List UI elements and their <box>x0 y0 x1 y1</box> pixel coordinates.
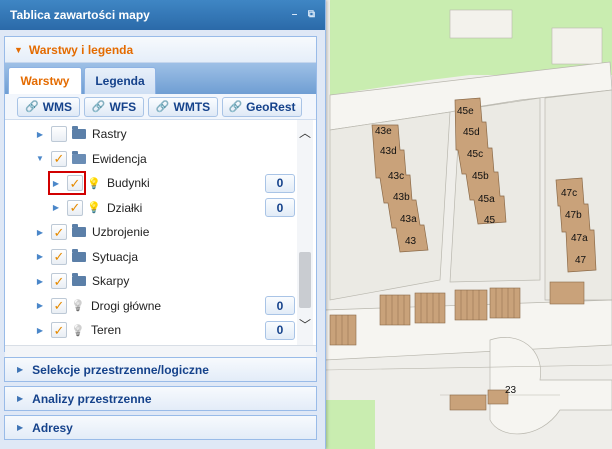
expand-right-icon[interactable]: ▶ <box>35 277 45 286</box>
feature-count-badge[interactable]: 0 <box>265 198 295 217</box>
tree-row-drogi-główne[interactable]: ▶ ✓ 💡 Drogi główne 0 <box>5 294 295 318</box>
feature-count-badge[interactable]: 0 <box>265 296 295 315</box>
building-label: 43a <box>400 214 417 225</box>
wms-button[interactable]: 🔗 WMS <box>17 96 80 117</box>
building-label: 45b <box>472 171 489 182</box>
building-label: 47a <box>571 233 588 244</box>
lightbulb-grey-icon: 💡 <box>71 324 85 337</box>
building-label: 43c <box>388 171 405 182</box>
folder-icon <box>72 273 86 286</box>
layer-label: Uzbrojenie <box>92 225 150 239</box>
layers-legend-header[interactable]: ▼ Warstwy i legenda <box>5 37 316 63</box>
tree-row-sytuacja[interactable]: ▶ ✓ Sytuacja <box>5 245 295 269</box>
building-label: 45 <box>484 215 496 226</box>
folder-icon <box>72 248 86 262</box>
layer-checkbox[interactable]: ✓ <box>51 150 67 167</box>
building-label: 47 <box>575 255 587 266</box>
link-icon: 🔗 <box>91 101 106 113</box>
tree-row-budynki[interactable]: ▶ ✓ 💡 Budynki 0 <box>5 171 295 195</box>
building-label: 43d <box>380 146 397 157</box>
tree-row-rastry[interactable]: ▶ ✓ Rastry <box>5 122 295 146</box>
minimize-icon[interactable]: – <box>289 9 300 20</box>
expand-right-icon[interactable]: ▶ <box>35 228 45 237</box>
expand-right-icon[interactable]: ▶ <box>51 203 61 212</box>
layer-checkbox[interactable]: ✓ <box>67 175 83 191</box>
panel-title: Tablica zawartości mapy <box>10 8 150 22</box>
section-addresses[interactable]: ▶ Adresy <box>4 415 317 440</box>
popout-icon[interactable]: ⧉ <box>306 9 317 20</box>
feature-count-badge[interactable]: 0 <box>265 320 295 340</box>
expand-right-icon[interactable]: ▶ <box>35 252 45 261</box>
tree-row-działki[interactable]: ▶ ✓ 💡 Działki 0 <box>5 196 295 220</box>
folder-icon <box>72 126 86 139</box>
layer-checkbox[interactable]: ✓ <box>67 199 83 216</box>
link-icon: 🔗 <box>155 101 170 113</box>
georest-button[interactable]: 🔗 GeoRest <box>222 96 302 117</box>
building-label: 47c <box>561 188 578 199</box>
panel-header: Tablica zawartości mapy – ⧉ <box>0 0 325 30</box>
building-label: 43b <box>393 192 410 203</box>
tab-layers[interactable]: Warstwy <box>8 67 82 94</box>
tab-bar: Warstwy Legenda <box>5 63 316 94</box>
building-label: 45d <box>463 127 480 138</box>
expand-right-icon[interactable]: ▶ <box>35 130 45 139</box>
layer-tree: ▶ ✓ Rastry ▼ ✓ Ewidencja ▶ ✓ 💡 Budynki 0 ▶ ✓ 💡 Działki… <box>5 120 316 345</box>
layer-checkbox[interactable]: ✓ <box>51 322 67 338</box>
chevron-down-icon: ▼ <box>14 44 23 55</box>
tree-scrollbar[interactable]: ︿ ﹀ <box>297 120 313 345</box>
chevron-right-icon: ▶ <box>17 423 24 432</box>
layer-checkbox[interactable]: ✓ <box>51 297 67 314</box>
layer-label: Sytuacja <box>92 249 139 264</box>
layer-label: Budynki <box>107 176 150 190</box>
building-label: 23 <box>505 385 517 396</box>
building-label: 45e <box>457 106 474 117</box>
layer-checkbox[interactable]: ✓ <box>51 224 67 240</box>
wmts-button[interactable]: 🔗 WMTS <box>148 96 218 117</box>
map-contents-panel: Tablica zawartości mapy – ⧉ ▼ Warstwy i … <box>0 0 326 449</box>
layer-label: Ewidencja <box>92 151 147 166</box>
building-label: 43e <box>375 126 392 137</box>
chevron-right-icon: ▶ <box>17 365 24 374</box>
tree-row-ewidencja[interactable]: ▼ ✓ Ewidencja <box>5 147 295 171</box>
feature-count-badge[interactable]: 0 <box>265 173 295 193</box>
layer-label: Rastry <box>92 127 127 141</box>
scroll-up-icon[interactable]: ︿ <box>297 126 313 140</box>
layer-label: Drogi główne <box>91 298 162 313</box>
lightbulb-icon: 💡 <box>87 202 101 214</box>
service-buttons: 🔗 WMS 🔗 WFS 🔗 WMTS 🔗 GeoRest <box>5 94 316 120</box>
building-label: 43 <box>405 236 417 247</box>
link-icon: 🔗 <box>228 101 243 113</box>
tree-row-skarpy[interactable]: ▶ ✓ Skarpy <box>5 269 295 293</box>
building-label: 47b <box>565 210 582 221</box>
building-label: 45c <box>467 149 484 160</box>
expand-right-icon[interactable]: ▶ <box>51 179 61 188</box>
layer-checkbox[interactable]: ✓ <box>51 126 67 142</box>
chevron-right-icon: ▶ <box>17 394 24 403</box>
lightbulb-grey-icon: 💡 <box>71 300 85 312</box>
scroll-down-icon[interactable]: ﹀ <box>297 318 313 332</box>
layer-label: Skarpy <box>92 274 130 288</box>
section-selections[interactable]: ▶ Selekcje przestrzenne/logiczne <box>4 357 317 382</box>
layer-checkbox[interactable]: ✓ <box>51 273 67 289</box>
expand-right-icon[interactable]: ▶ <box>35 301 45 310</box>
layers-legend-section: ▼ Warstwy i legenda Warstwy Legenda 🔗 WMS… <box>4 36 317 359</box>
section-analyses[interactable]: ▶ Analizy przestrzenne <box>4 386 317 411</box>
layer-label: Teren <box>91 323 122 337</box>
layer-checkbox[interactable]: ✓ <box>51 248 67 265</box>
tab-legend[interactable]: Legenda <box>84 67 156 94</box>
tree-row-uzbrojenie[interactable]: ▶ ✓ Uzbrojenie <box>5 220 295 244</box>
building-label: 45a <box>478 194 495 205</box>
folder-icon <box>72 224 86 237</box>
expand-right-icon[interactable]: ▶ <box>35 326 45 335</box>
link-icon: 🔗 <box>24 101 39 113</box>
wfs-button[interactable]: 🔗 WFS <box>84 96 144 117</box>
lightbulb-icon: 💡 <box>87 177 101 190</box>
scroll-thumb[interactable] <box>299 252 311 308</box>
layer-label: Działki <box>107 200 143 215</box>
folder-open-icon <box>72 150 86 164</box>
layers-legend-title: Warstwy i legenda <box>28 42 134 57</box>
tree-row-teren[interactable]: ▶ ✓ 💡 Teren 0 <box>5 318 295 342</box>
expand-down-icon[interactable]: ▼ <box>35 154 45 163</box>
